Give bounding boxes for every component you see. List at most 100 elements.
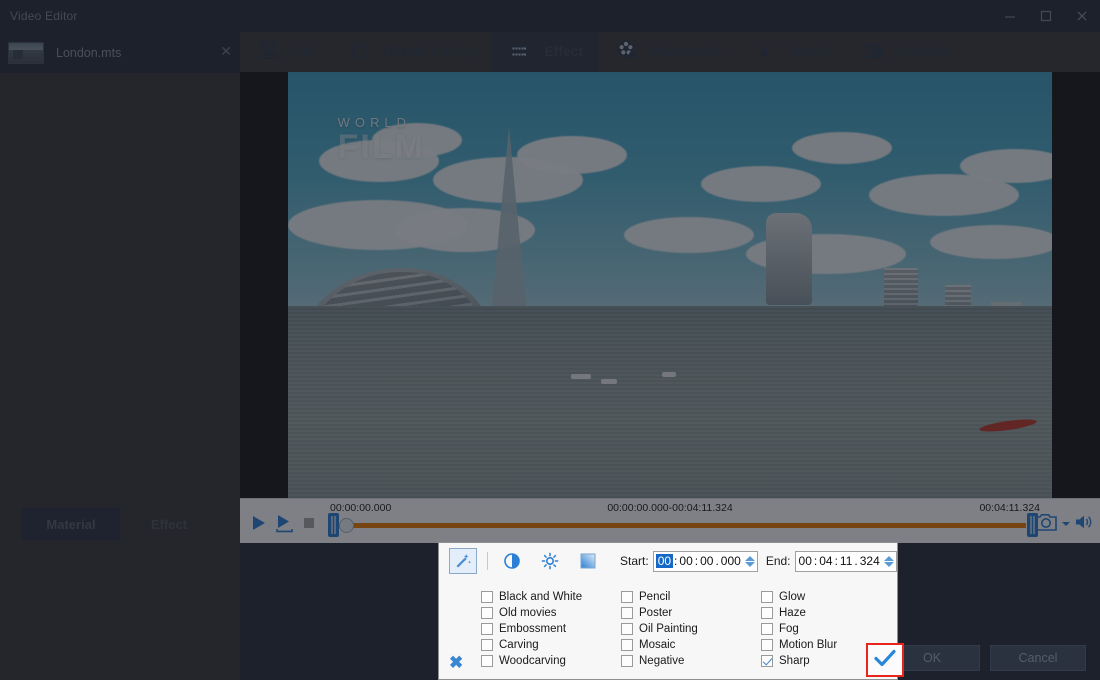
checkbox-box[interactable] xyxy=(481,607,493,619)
start-time-spinner[interactable] xyxy=(745,556,755,567)
checkbox-box[interactable] xyxy=(621,591,633,603)
effect-checkbox-mosaic[interactable]: Mosaic xyxy=(621,637,761,653)
start-minutes[interactable]: 00 xyxy=(678,554,693,568)
cloud xyxy=(517,136,627,174)
watermark-line-2: FILM xyxy=(338,128,425,167)
effect-checkbox-negative[interactable]: Negative xyxy=(621,653,761,669)
checkbox-box[interactable] xyxy=(761,591,773,603)
checkbox-label: Negative xyxy=(639,655,684,667)
contrast-icon[interactable] xyxy=(498,548,526,574)
player-control-bar: 00:00:00.000 00:00:00.000-00:04:11.324 0… xyxy=(240,498,1100,543)
checkbox-label: Glow xyxy=(779,591,805,603)
effect-checkbox-haze[interactable]: Haze xyxy=(761,605,881,621)
checkbox-box[interactable] xyxy=(621,607,633,619)
checkbox-box[interactable] xyxy=(761,639,773,651)
effect-checkbox-oil-painting[interactable]: Oil Painting xyxy=(621,621,761,637)
effect-checkbox-woodcarving[interactable]: Woodcarving xyxy=(481,653,621,669)
start-spin-down[interactable] xyxy=(745,562,755,567)
toolbar-item-effect[interactable]: Effect xyxy=(492,30,599,72)
checkbox-box[interactable] xyxy=(621,639,633,651)
effect-checkbox-black-and-white[interactable]: Black and White xyxy=(481,589,621,605)
gradient-square-icon[interactable] xyxy=(574,548,602,574)
start-millis[interactable]: 000 xyxy=(720,554,742,568)
effect-checkbox-pencil[interactable]: Pencil xyxy=(621,589,761,605)
checkbox-box[interactable] xyxy=(481,591,493,603)
film-reel-drop-icon xyxy=(615,38,641,64)
effect-checkbox-carving[interactable]: Carving xyxy=(481,637,621,653)
apply-effect-button[interactable] xyxy=(866,643,904,677)
maximize-icon[interactable] xyxy=(1028,0,1064,32)
start-hours[interactable]: 00 xyxy=(656,554,673,568)
end-time-input[interactable]: 00 : 04 : 11 . 324 xyxy=(795,551,897,572)
end-time-spinner[interactable] xyxy=(884,556,894,567)
checkbox-box[interactable] xyxy=(761,623,773,635)
checkbox-box[interactable] xyxy=(481,623,493,635)
effect-dialog-toolbar: Start: 00 : 00 : 00 . 000 End: xyxy=(439,543,899,579)
toolbar-item-music[interactable]: Music xyxy=(738,30,845,72)
stop-icon[interactable] xyxy=(302,516,316,530)
tab-effect[interactable]: Effect xyxy=(120,508,218,540)
video-editor-window: Video Editor London.mts ✕ Material xyxy=(0,0,1100,680)
effect-checkbox-glow[interactable]: Glow xyxy=(761,589,881,605)
window-title: Video Editor xyxy=(10,9,78,23)
cancel-button-label: Cancel xyxy=(1019,651,1058,665)
checkbox-label: Woodcarving xyxy=(499,655,566,667)
cancel-button[interactable]: Cancel xyxy=(990,645,1086,671)
end-spin-up[interactable] xyxy=(884,556,894,561)
magic-wand-icon[interactable] xyxy=(449,548,477,574)
timeline-track[interactable] xyxy=(328,518,1038,532)
brightness-sun-icon[interactable] xyxy=(536,548,564,574)
walkie-talkie-building xyxy=(766,213,812,305)
end-time-label: End: xyxy=(766,554,791,568)
video-preview[interactable]: WORLD FILM xyxy=(288,72,1052,498)
checkbox-box[interactable] xyxy=(481,639,493,651)
subtitle-icon: SUB T xyxy=(862,38,888,64)
effect-checkbox-sharp[interactable]: Sharp xyxy=(761,653,881,669)
effect-checkbox-embossment[interactable]: Embossment xyxy=(481,621,621,637)
chevron-down-icon[interactable] xyxy=(1061,516,1071,534)
video-watermark: WORLD FILM xyxy=(338,115,425,167)
start-time-input[interactable]: 00 : 00 : 00 . 000 xyxy=(653,551,758,572)
toolbar-divider xyxy=(487,552,488,570)
tab-material[interactable]: Material xyxy=(22,508,120,540)
reset-effects-icon[interactable]: ✖ xyxy=(449,656,463,670)
river-thames xyxy=(288,306,1052,498)
end-minutes[interactable]: 04 xyxy=(818,554,833,568)
end-millis[interactable]: 324 xyxy=(859,554,881,568)
checkbox-box[interactable] xyxy=(761,655,773,667)
checkbox-label: Motion Blur xyxy=(779,639,837,651)
toolbar-item-cut[interactable]: Cut xyxy=(240,30,331,72)
end-hours[interactable]: 00 xyxy=(798,554,813,568)
checkbox-box[interactable] xyxy=(481,655,493,667)
tab-material-label: Material xyxy=(46,517,95,532)
checkbox-box[interactable] xyxy=(621,623,633,635)
title-bar: Video Editor xyxy=(0,0,1100,32)
effect-checkbox-old-movies[interactable]: Old movies xyxy=(481,605,621,621)
toolbar-item-cut-label: Cut xyxy=(292,44,315,59)
toolbar-item-watermark[interactable]: Watermark xyxy=(599,30,738,72)
start-spin-up[interactable] xyxy=(745,556,755,561)
close-icon[interactable] xyxy=(1064,0,1100,32)
minimize-icon[interactable] xyxy=(992,0,1028,32)
effect-checkbox-fog[interactable]: Fog xyxy=(761,621,881,637)
start-seconds[interactable]: 00 xyxy=(699,554,714,568)
checkbox-box[interactable] xyxy=(761,607,773,619)
checkbox-label: Poster xyxy=(639,607,672,619)
play-selection-icon[interactable] xyxy=(274,513,296,533)
end-seconds[interactable]: 11 xyxy=(839,554,853,568)
speaker-icon[interactable] xyxy=(1074,513,1094,536)
end-spin-down[interactable] xyxy=(884,562,894,567)
trim-handle-left[interactable] xyxy=(328,513,339,537)
toolbar-item-subtitle[interactable]: SUB T Subtitle xyxy=(846,30,965,72)
checkbox-label: Pencil xyxy=(639,591,670,603)
effect-checkbox-motion-blur[interactable]: Motion Blur xyxy=(761,637,881,653)
effect-checkbox-poster[interactable]: Poster xyxy=(621,605,761,621)
toolbar-item-rotate-crop[interactable]: Rotate & Crop xyxy=(331,30,492,72)
remove-file-icon[interactable]: ✕ xyxy=(220,44,232,58)
playhead-handle[interactable] xyxy=(339,518,354,533)
camera-icon[interactable] xyxy=(1034,511,1058,538)
list-item[interactable]: London.mts ✕ xyxy=(0,32,240,73)
play-icon[interactable] xyxy=(248,513,268,533)
music-note-icon xyxy=(754,38,780,64)
checkbox-box[interactable] xyxy=(621,655,633,667)
